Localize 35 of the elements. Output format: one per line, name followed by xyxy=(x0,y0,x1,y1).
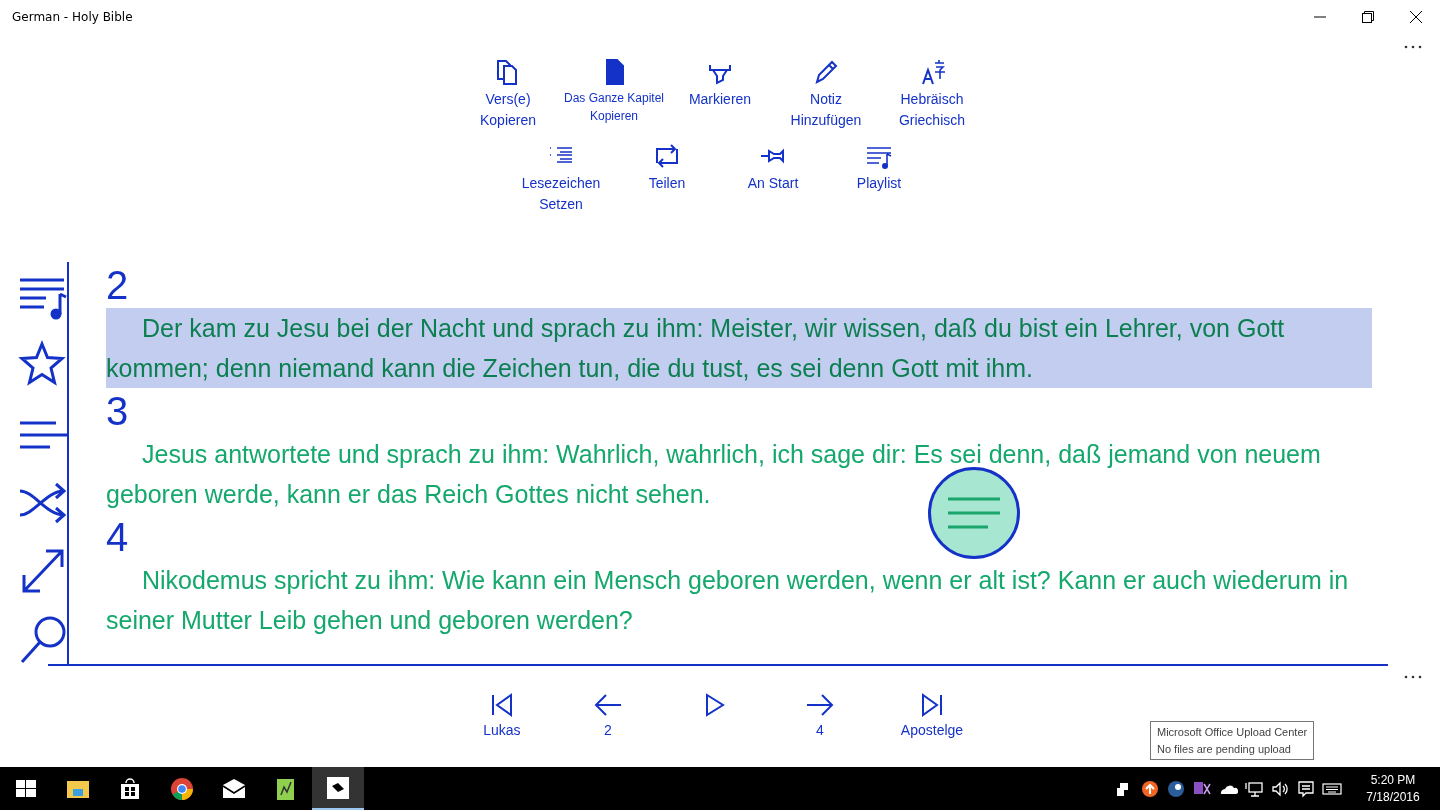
app-icon xyxy=(325,775,351,800)
taskbar-app-button[interactable] xyxy=(312,767,364,810)
nav-button[interactable]: Apostelge xyxy=(900,692,964,738)
clock-time[interactable]: 5:20 PM xyxy=(1370,771,1416,789)
verse-number: 4 xyxy=(106,514,129,560)
toolbar-button[interactable]: Vers(e) Kopieren xyxy=(457,57,559,131)
toolbar-button[interactable]: Notiz Hinzufügen xyxy=(775,57,877,131)
nav-button[interactable]: 2 xyxy=(582,692,633,738)
toolbar-button[interactable]: Teilen xyxy=(616,141,718,215)
nav-button[interactable]: 4 xyxy=(794,692,845,738)
toolbar-button[interactable]: Hebräisch Griechisch xyxy=(881,57,983,131)
clock-date[interactable]: 7/18/2016 xyxy=(1366,788,1420,806)
nav-button[interactable]: Lukas xyxy=(476,692,527,738)
envelope-icon xyxy=(221,776,247,801)
more-icon[interactable] xyxy=(1404,675,1422,679)
upload-icon[interactable] xyxy=(1140,779,1160,798)
toolbar-button[interactable]: Lesezeichen Setzen xyxy=(510,141,612,215)
window-title: German - Holy Bible xyxy=(12,9,133,24)
verse-number: 3 xyxy=(106,388,129,434)
tooltip-title: Microsoft Office Upload Center xyxy=(1157,726,1308,738)
close-icon xyxy=(1410,10,1422,23)
more-icon[interactable] xyxy=(1404,45,1422,49)
tooltip-text: No files are pending upload xyxy=(1157,743,1292,755)
browser-icon xyxy=(169,776,195,801)
right-arrow-icon xyxy=(804,692,835,718)
toolbar-button[interactable]: Playlist xyxy=(828,141,930,215)
volume-icon[interactable] xyxy=(1270,779,1290,798)
message-icon[interactable] xyxy=(1296,779,1316,798)
verse-number: 2 xyxy=(106,262,129,308)
toolbar-button[interactable]: Markieren xyxy=(669,57,771,131)
left-arrow-icon xyxy=(592,692,623,718)
toolbar-button[interactable]: An Start xyxy=(722,141,824,215)
toolbar-button[interactable]: Das Ganze Kapitel Kopieren xyxy=(563,57,665,131)
restore-icon xyxy=(1362,10,1374,23)
network-icon[interactable] xyxy=(1244,779,1264,798)
